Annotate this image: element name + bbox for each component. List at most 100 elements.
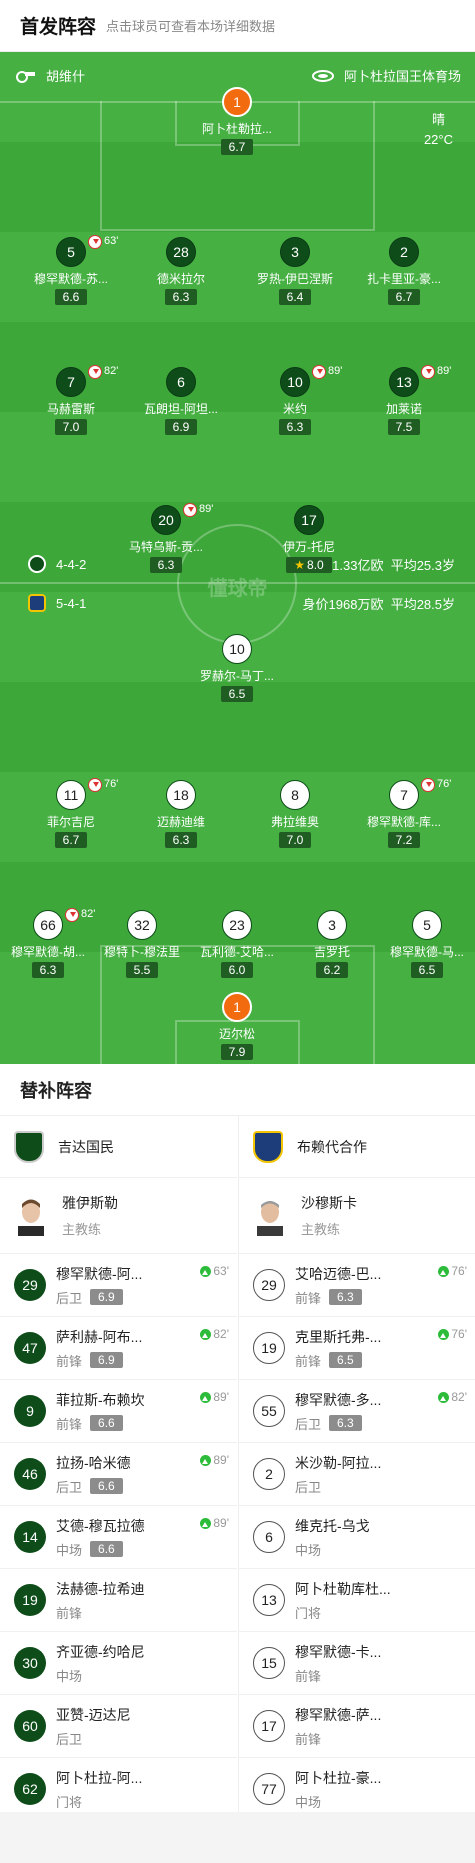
player-name: 加莱诺 [385, 402, 422, 416]
player-rating: 7.2 [387, 832, 421, 848]
sub-player-row[interactable]: 13 阿卜杜勒库杜... 门将 [239, 1569, 475, 1632]
home-player[interactable]: 1 阿卜杜勒拉... 6.7 [182, 87, 292, 156]
sub-player-row[interactable]: 19 法赫德-拉希迪 前锋 [0, 1569, 237, 1632]
player-rating-value: 8.0 [307, 558, 324, 572]
coach-avatar [14, 1195, 48, 1236]
away-player[interactable]: 32 穆特卜-穆法里 5.5 [87, 910, 197, 979]
home-player[interactable]: 5 63' 穆罕默德-苏... 6.6 [16, 235, 126, 306]
sub-player-row[interactable]: 2 米沙勒-阿拉... 后卫 [239, 1443, 475, 1506]
player-number: 23 [222, 910, 252, 940]
sub-number: 55 [253, 1395, 285, 1427]
player-rating: 7.5 [387, 419, 421, 435]
sub-number: 14 [14, 1521, 46, 1553]
sub-player-row[interactable]: 29 穆罕默德-阿... 后卫 6.9 63' [0, 1254, 237, 1317]
home-player[interactable]: 2 扎卡里亚-豪... 6.7 [349, 237, 459, 306]
sub-on-icon [438, 1328, 450, 1340]
away-player[interactable]: 18 迈赫迪维 6.3 [126, 780, 236, 849]
home-player[interactable]: 13 89' 加莱诺 7.5 [349, 365, 459, 436]
away-team-logo-icon [28, 594, 46, 612]
sub-number: 29 [14, 1269, 46, 1301]
sub-name: 穆罕默德-卡... [295, 1643, 382, 1660]
sub-off-icon [65, 908, 79, 922]
player-rating: 6.7 [220, 139, 254, 155]
sub-in-minute: 76' [451, 1264, 467, 1278]
sub-on-icon [200, 1454, 212, 1466]
sub-player-row[interactable]: 55 穆罕默德-多... 后卫 6.3 82' [239, 1380, 475, 1443]
sub-player-row[interactable]: 14 艾德-穆瓦拉德 中场 6.6 89' [0, 1506, 237, 1569]
home-coach[interactable]: 雅伊斯勒 主教练 [0, 1178, 237, 1254]
sub-in-minute: 63' [213, 1264, 229, 1278]
home-player[interactable]: 6 瓦朗坦-阿坦... 6.9 [126, 367, 236, 436]
away-player[interactable]: 7 76' 穆罕默德-库... 7.2 [349, 778, 459, 849]
player-number: 32 [127, 910, 157, 940]
sub-name: 艾德-穆瓦拉德 [56, 1517, 145, 1534]
sub-name: 艾哈迈德-巴... [295, 1265, 382, 1282]
sub-number: 9 [14, 1395, 46, 1427]
home-player[interactable]: 20 89' 马特乌斯-贡... 6.3 [111, 503, 221, 574]
player-rating-value: 6.3 [172, 290, 190, 304]
sub-on-icon [200, 1328, 212, 1340]
coach-role: 主教练 [301, 1222, 341, 1237]
player-rating: 6.2 [315, 962, 349, 978]
home-subs-team[interactable]: 吉达国民 [0, 1116, 237, 1178]
player-rating-value: 6.6 [62, 290, 80, 304]
sub-number: 19 [14, 1584, 46, 1616]
away-player[interactable]: 3 吉罗托 6.2 [277, 910, 387, 979]
home-player[interactable]: 3 罗热-伊巴涅斯 6.4 [240, 237, 350, 306]
sub-position: 前锋 [56, 1353, 83, 1369]
sub-player-row[interactable]: 17 穆罕默德-萨... 前锋 [239, 1695, 475, 1758]
coach-role: 主教练 [62, 1222, 102, 1237]
away-team-crest-icon [253, 1130, 283, 1163]
home-player[interactable]: 10 89' 米约 6.3 [240, 365, 350, 436]
away-subs-team[interactable]: 布赖代合作 [239, 1116, 475, 1178]
sub-in: 89' [200, 1390, 229, 1404]
sub-player-row[interactable]: 29 艾哈迈德-巴... 前锋 6.3 76' [239, 1254, 475, 1317]
sub-player-row[interactable]: 60 亚赞-迈达尼 后卫 [0, 1695, 237, 1758]
player-number: 11 [56, 780, 86, 810]
away-player[interactable]: 23 瓦利德-艾哈... 6.0 [182, 910, 292, 979]
player-number: 1 [222, 87, 252, 117]
away-player[interactable]: 5 穆罕默德-马... 6.5 [372, 910, 475, 979]
sub-position: 门将 [295, 1605, 322, 1621]
lineup-header: 首发阵容 点击球员可查看本场详细数据 [0, 0, 475, 52]
home-player[interactable]: 17 伊万-托尼 ★ 8.0 [254, 505, 364, 574]
sub-in: 76' [438, 1327, 467, 1341]
home-player[interactable]: 28 德米拉尔 6.3 [126, 237, 236, 306]
sub-player-row[interactable]: 9 菲拉斯-布赖坎 前锋 6.6 89' [0, 1380, 237, 1443]
away-player[interactable]: 1 迈尔松 7.9 [182, 992, 292, 1061]
player-name: 弗拉维奥 [270, 815, 319, 829]
sub-player-row[interactable]: 19 克里斯托弗-... 前锋 6.5 76' [239, 1317, 475, 1380]
sub-position: 门将 [56, 1794, 83, 1810]
player-name: 穆罕默德-苏... [34, 272, 108, 286]
sub-in: 63' [200, 1264, 229, 1278]
away-player[interactable]: 11 76' 菲尔吉尼 6.7 [16, 778, 126, 849]
home-player[interactable]: 7 82' 马赫雷斯 7.0 [16, 365, 126, 436]
sub-position: 后卫 [295, 1416, 322, 1432]
player-number: 10 [280, 367, 310, 397]
sub-number: 60 [14, 1710, 46, 1742]
sub-player-row[interactable]: 15 穆罕默德-卡... 前锋 [239, 1632, 475, 1695]
player-rating-value: 6.3 [172, 833, 190, 847]
sub-number: 2 [253, 1458, 285, 1490]
sub-off-icon [183, 503, 197, 517]
player-rating: 6.6 [54, 289, 88, 305]
pitch: 懂球帝 胡维什 阿卜杜拉国王体育场 晴 22°C 4-4-2 身价1.33亿欧 … [0, 52, 475, 1064]
sub-name: 拉扬-哈米德 [56, 1454, 131, 1471]
player-rating: 6.3 [164, 832, 198, 848]
sub-number: 6 [253, 1521, 285, 1553]
footer-area [0, 1812, 475, 1863]
sub-name: 穆罕默德-多... [295, 1391, 382, 1408]
away-formation: 5-4-1 [56, 595, 87, 611]
sub-player-row[interactable]: 47 萨利赫-阿布... 前锋 6.9 82' [0, 1317, 237, 1380]
home-team-crest-icon [14, 1130, 44, 1163]
sub-number: 19 [253, 1332, 285, 1364]
sub-player-row[interactable]: 6 维克托-乌戈 中场 [239, 1506, 475, 1569]
sub-player-row[interactable]: 46 拉扬-哈米德 后卫 6.6 89' [0, 1443, 237, 1506]
away-player[interactable]: 10 罗赫尔-马丁... 6.5 [182, 634, 292, 703]
player-rating: 6.5 [410, 962, 444, 978]
away-coach[interactable]: 沙穆斯卡 主教练 [239, 1178, 475, 1254]
sub-player-row[interactable]: 30 齐亚德-约哈尼 中场 [0, 1632, 237, 1695]
sub-rating: 6.6 [90, 1478, 123, 1494]
away-player[interactable]: 8 弗拉维奥 7.0 [240, 780, 350, 849]
player-rating-value: 5.5 [133, 963, 151, 977]
